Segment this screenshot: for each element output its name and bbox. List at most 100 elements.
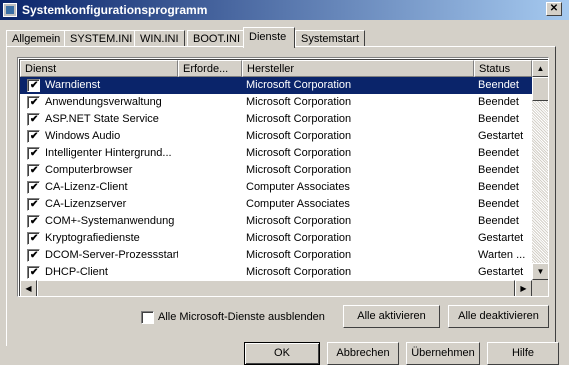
- check-icon: ✔: [30, 131, 39, 142]
- hide-microsoft-services-checkbox[interactable]: [141, 311, 154, 324]
- service-row[interactable]: ✔ DCOM-Server-Prozessstart Microsoft Corpo…: [20, 247, 532, 264]
- service-row[interactable]: ✔ Intelligenter Hintergrund... Microsoft C…: [20, 145, 532, 162]
- service-required-cell: [178, 264, 242, 281]
- column-header-status[interactable]: Status: [474, 60, 532, 77]
- service-enabled-checkbox[interactable]: ✔: [27, 130, 40, 143]
- app-icon[interactable]: [3, 3, 17, 17]
- service-row[interactable]: ✔ Warndienst Microsoft Corporation Beendet: [20, 77, 532, 94]
- tab-system-ini[interactable]: SYSTEM.INI: [64, 30, 139, 47]
- scroll-up-icon[interactable]: ▲: [532, 60, 548, 77]
- service-row[interactable]: ✔ Computerbrowser Microsoft Corporation Bee…: [20, 162, 532, 179]
- tab-allgemein[interactable]: Allgemein: [6, 30, 67, 47]
- service-name: CA-Lizenzserver: [45, 198, 127, 210]
- service-required-cell: [178, 162, 242, 179]
- tab-systemstart[interactable]: Systemstart: [295, 30, 366, 47]
- tab-win-ini[interactable]: WIN.INI: [134, 30, 185, 47]
- services-list[interactable]: Dienst Erforde... Hersteller Status ✔ War…: [17, 57, 549, 297]
- check-icon: ✔: [30, 114, 39, 125]
- service-enabled-checkbox[interactable]: ✔: [27, 164, 40, 177]
- service-enabled-checkbox[interactable]: ✔: [27, 79, 40, 92]
- scroll-right-icon[interactable]: ▶: [515, 280, 532, 296]
- service-status: Beendet: [478, 113, 519, 125]
- title-bar[interactable]: Systemkonfigurationsprogramm ✕: [0, 0, 569, 20]
- service-name-cell: ✔ Kryptografiedienste: [20, 230, 178, 247]
- apply-button[interactable]: Übernehmen: [406, 342, 480, 365]
- vertical-scroll-thumb[interactable]: [532, 77, 548, 101]
- service-manufacturer: Microsoft Corporation: [246, 215, 352, 227]
- ok-button[interactable]: OK: [244, 342, 320, 365]
- service-required-cell: [178, 94, 242, 111]
- window-title: Systemkonfigurationsprogramm: [22, 3, 208, 17]
- service-enabled-checkbox[interactable]: ✔: [27, 266, 40, 279]
- service-required-cell: [178, 111, 242, 128]
- service-row[interactable]: ✔ CA-Lizenz-Client Computer Associates Been…: [20, 179, 532, 196]
- cancel-button[interactable]: Abbrechen: [327, 342, 399, 365]
- service-row[interactable]: ✔ Windows Audio Microsoft Corporation Gesta…: [20, 128, 532, 145]
- service-row[interactable]: ✔ CA-Lizenzserver Computer Associates Beend…: [20, 196, 532, 213]
- service-manufacturer: Microsoft Corporation: [246, 96, 352, 108]
- check-icon: ✔: [30, 80, 39, 91]
- service-status: Gestartet: [478, 130, 524, 142]
- service-status: Beendet: [478, 215, 519, 227]
- service-enabled-checkbox[interactable]: ✔: [27, 249, 40, 262]
- service-name: Intelligenter Hintergrund...: [45, 147, 172, 159]
- service-name-cell: ✔ DHCP-Client: [20, 264, 178, 281]
- service-name-cell: ✔ COM+-Systemanwendung: [20, 213, 178, 230]
- check-icon: ✔: [30, 97, 39, 108]
- service-manufacturer: Microsoft Corporation: [246, 79, 352, 91]
- service-required-cell: [178, 179, 242, 196]
- column-header-manufacturer[interactable]: Hersteller: [242, 60, 474, 77]
- service-name-cell: ✔ Anwendungsverwaltung: [20, 94, 178, 111]
- column-header-required[interactable]: Erforde...: [178, 60, 242, 77]
- service-name: Computerbrowser: [45, 164, 133, 176]
- service-required-cell: [178, 213, 242, 230]
- horizontal-scrollbar[interactable]: ◀ ▶: [20, 280, 532, 296]
- column-header-service[interactable]: Dienst: [20, 60, 178, 77]
- service-enabled-checkbox[interactable]: ✔: [27, 232, 40, 245]
- scroll-left-icon[interactable]: ◀: [20, 280, 37, 296]
- vertical-scrollbar[interactable]: ▲ ▼: [532, 60, 548, 280]
- scroll-down-icon[interactable]: ▼: [532, 263, 548, 280]
- disable-all-button[interactable]: Alle deaktivieren: [448, 305, 549, 328]
- close-button[interactable]: ✕: [546, 2, 562, 16]
- service-enabled-checkbox[interactable]: ✔: [27, 181, 40, 194]
- service-required-cell: [178, 128, 242, 145]
- check-icon: ✔: [30, 199, 39, 210]
- service-manufacturer: Microsoft Corporation: [246, 249, 352, 261]
- tab-dienste[interactable]: Dienste: [243, 27, 295, 48]
- service-status: Beendet: [478, 198, 519, 210]
- check-icon: ✔: [30, 233, 39, 244]
- service-manufacturer: Computer Associates: [246, 181, 350, 193]
- service-required-cell: [178, 196, 242, 213]
- service-enabled-checkbox[interactable]: ✔: [27, 215, 40, 228]
- service-manufacturer: Microsoft Corporation: [246, 232, 352, 244]
- service-status: Warten ...: [478, 249, 526, 261]
- service-required-cell: [178, 230, 242, 247]
- service-row[interactable]: ✔ Kryptografiedienste Microsoft Corporatio…: [20, 230, 532, 247]
- enable-all-button[interactable]: Alle aktivieren: [343, 305, 440, 328]
- service-row[interactable]: ✔ DHCP-Client Microsoft Corporation Gestart…: [20, 264, 532, 281]
- service-name-cell: ✔ Windows Audio: [20, 128, 178, 145]
- service-row[interactable]: ✔ ASP.NET State Service Microsoft Corporat…: [20, 111, 532, 128]
- help-button[interactable]: Hilfe: [487, 342, 559, 365]
- service-manufacturer: Computer Associates: [246, 198, 350, 210]
- service-enabled-checkbox[interactable]: ✔: [27, 113, 40, 126]
- service-name: Windows Audio: [45, 130, 121, 142]
- hide-microsoft-services-label[interactable]: Alle Microsoft-Dienste ausblenden: [158, 311, 325, 323]
- service-status: Beendet: [478, 181, 519, 193]
- service-status: Gestartet: [478, 266, 524, 278]
- service-required-cell: [178, 77, 242, 94]
- service-row[interactable]: ✔ Anwendungsverwaltung Microsoft Corporati…: [20, 94, 532, 111]
- horizontal-scroll-thumb[interactable]: [37, 280, 515, 296]
- service-name-cell: ✔ CA-Lizenzserver: [20, 196, 178, 213]
- service-enabled-checkbox[interactable]: ✔: [27, 198, 40, 211]
- services-rows: ✔ Warndienst Microsoft Corporation Beendet ✔…: [20, 77, 532, 281]
- service-name: Warndienst: [45, 79, 101, 91]
- service-row[interactable]: ✔ COM+-Systemanwendung Microsoft Corporati…: [20, 213, 532, 230]
- service-enabled-checkbox[interactable]: ✔: [27, 96, 40, 109]
- service-name: COM+-Systemanwendung: [45, 215, 175, 227]
- tab-boot-ini[interactable]: BOOT.INI: [187, 30, 247, 47]
- service-status: Beendet: [478, 147, 519, 159]
- service-enabled-checkbox[interactable]: ✔: [27, 147, 40, 160]
- service-name-cell: ✔ Computerbrowser: [20, 162, 178, 179]
